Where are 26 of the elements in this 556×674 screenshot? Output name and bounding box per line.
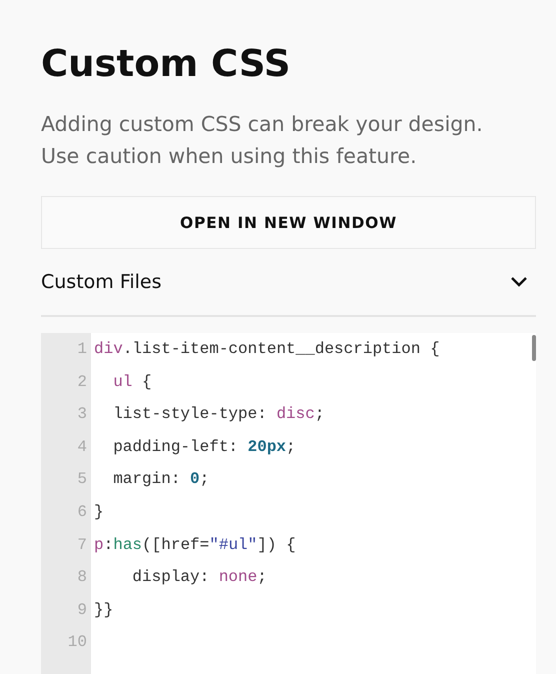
page-title: Custom CSS [41, 41, 292, 87]
code-line: p:has([href="#ul"]) { [94, 536, 296, 554]
line-number: 2 [76, 372, 88, 393]
code-line: }} [94, 600, 114, 619]
line-number: 9 [76, 600, 88, 621]
line-number: 3 [76, 404, 88, 426]
code-line: ul { [112, 372, 152, 391]
code-line: div.list-item-content__description { [94, 340, 440, 358]
line-number: 7 [76, 534, 88, 556]
code-line: list-style-type: disc; [112, 405, 324, 424]
code-line: margin: 0; [112, 470, 210, 488]
line-number: 1 [76, 339, 88, 360]
warning-text: Adding custom CSS can break your design. Use caution when using this feature. [41, 111, 484, 170]
code-line: display: none; [131, 568, 267, 586]
open-in-new-window-button[interactable]: OPEN IN NEW WINDOW [41, 196, 536, 249]
chevron-icon[interactable] [510, 276, 528, 288]
line-number: 6 [76, 502, 88, 523]
line-number: 5 [76, 469, 88, 490]
code-editor[interactable]: 1 2 3 4 5 6 7 8 9 10 div.list-item-content__description { ul { list-style-type: disc; padding-left: 20px; margin: 0; } p:has([href="#ul"]) { display: none; }} [41, 333, 536, 674]
code-line: } [94, 502, 104, 521]
section-label: Custom Files [41, 271, 162, 293]
line-number: 4 [76, 436, 88, 458]
line-number: 8 [76, 567, 88, 588]
code-line: padding-left: 20px; [112, 438, 296, 456]
scrollbar-thumb[interactable] [532, 335, 536, 361]
line-number: 10 [66, 632, 88, 654]
